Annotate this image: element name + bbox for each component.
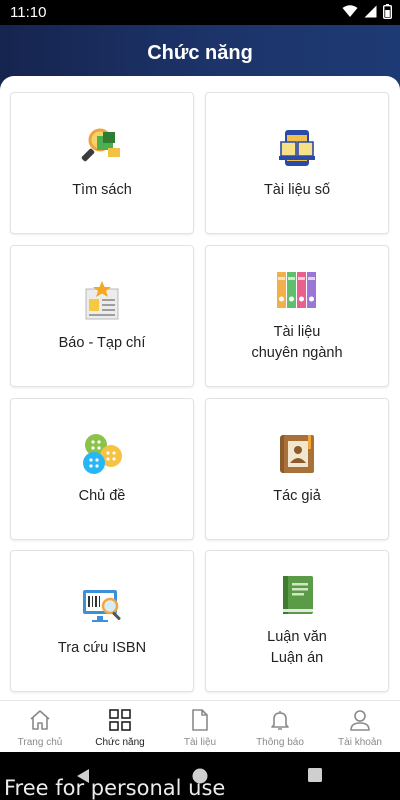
home-icon (28, 707, 52, 733)
nav-label: Thông báo (256, 737, 304, 748)
grid-icon (108, 707, 132, 733)
feature-card-tac-gia[interactable]: Tác giả (205, 398, 389, 540)
page-title: Chức năng (147, 42, 253, 64)
feature-label: Chủ đề (78, 487, 126, 504)
thesis-book-icon (275, 573, 319, 617)
nav-label: Chức năng (95, 737, 145, 748)
feature-grid: Tìm sách Tài liệu số Báo - Tạp chí Tài l… (0, 76, 400, 700)
isbn-search-icon (80, 584, 124, 628)
nav-item-tai-lieu[interactable]: Tài liệu (160, 701, 240, 752)
feature-label: Tác giả (273, 487, 321, 504)
feature-card-tra-cuu-isbn[interactable]: Tra cứu ISBN (10, 550, 194, 692)
feature-label: Luận văn Luận án (267, 629, 327, 666)
feature-label: Tìm sách (72, 181, 132, 198)
binders-icon (275, 268, 319, 312)
digital-document-icon (275, 126, 319, 170)
feature-label: Tài liệu chuyên ngành (251, 324, 343, 361)
battery-icon (383, 4, 392, 19)
signal-icon (364, 5, 377, 18)
nav-label: Trang chủ (17, 737, 63, 748)
bell-icon (268, 707, 292, 733)
feature-card-tai-lieu-so[interactable]: Tài liệu số (205, 92, 389, 234)
search-book-icon (80, 126, 124, 170)
feature-card-luan-van-luan-an[interactable]: Luận văn Luận án (205, 550, 389, 692)
recents-icon[interactable] (308, 768, 322, 787)
watermark: Free for personal use (4, 776, 226, 800)
user-icon (348, 707, 372, 733)
wifi-icon (342, 5, 358, 18)
nav-item-thong-bao[interactable]: Thông báo (240, 701, 320, 752)
author-book-icon (275, 432, 319, 476)
nav-label: Tài khoản (338, 737, 382, 748)
feature-card-chu-de[interactable]: Chủ đề (10, 398, 194, 540)
document-icon (188, 707, 212, 733)
feature-card-tai-lieu-chuyen-nganh[interactable]: Tài liệu chuyên ngành (205, 245, 389, 387)
buttons-icon (80, 432, 124, 476)
nav-item-chuc-nang[interactable]: Chức năng (80, 701, 160, 752)
nav-item-tai-khoan[interactable]: Tài khoản (320, 701, 400, 752)
feature-card-tim-sach[interactable]: Tìm sách (10, 92, 194, 234)
feature-card-bao-tap-chi[interactable]: Báo - Tạp chí (10, 245, 194, 387)
nav-item-trang-chu[interactable]: Trang chủ (0, 701, 80, 752)
feature-label: Báo - Tạp chí (58, 334, 146, 351)
feature-label: Tra cứu ISBN (57, 639, 147, 656)
bottom-nav: Trang chủ Chức năng Tài liệu Thông báo T… (0, 700, 400, 752)
newspaper-icon (80, 279, 124, 323)
status-bar: 11:10 (0, 0, 400, 25)
feature-label: Tài liệu số (263, 181, 331, 198)
status-time: 11:10 (10, 4, 47, 21)
nav-label: Tài liệu (183, 737, 217, 748)
